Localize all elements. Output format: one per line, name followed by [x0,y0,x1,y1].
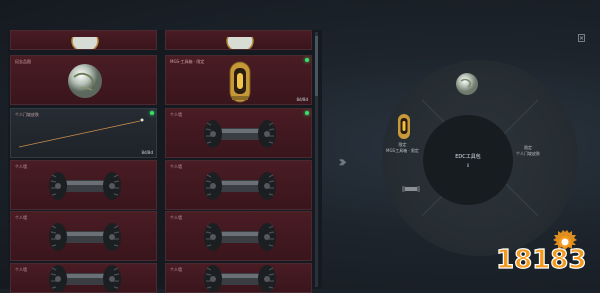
card-label: 个人墙 [170,164,182,169]
tire-roller-icon [203,172,276,200]
orb-icon [70,37,99,49]
inventory-card[interactable]: 纪念品图 [10,55,157,105]
wheel-slot-left-label: 限定 MGS工具箱 · 限定 [386,142,419,154]
tire-roller-icon [48,172,121,200]
inventory-card[interactable]: 个人门坡皮肤 8d/8d [10,108,157,158]
tire-roller-icon [203,120,276,148]
card-label: 个人门坡皮肤 [15,112,39,117]
inventory-card[interactable]: MGS-工具箱 · 限定 8d/8d [165,55,312,105]
card-label: 个人墙 [170,215,182,220]
scrollbar[interactable] [315,32,318,287]
inventory-card[interactable] [10,30,157,50]
inventory-card[interactable]: 个人墙 [165,160,312,210]
wheel-slot-left-capsule-icon[interactable] [397,112,411,140]
tire-roller-icon [203,223,276,251]
equipped-indicator [150,111,154,115]
orb-icon [225,37,254,49]
inventory-card[interactable]: 个人墙 [10,211,157,261]
card-label: 个人墙 [170,112,182,117]
scrollbar-thumb[interactable] [315,36,318,96]
card-label: 个人墙 [15,215,27,220]
equipped-indicator [305,111,309,115]
close-icon[interactable] [578,34,585,42]
watermark-text: 18183 [496,245,586,275]
wheel-slot-left-name: MGS工具箱 · 限定 [386,148,419,153]
wheel-subtitle: 8 [466,163,470,168]
card-label: MGS-工具箱 · 限定 [170,59,205,64]
wheel-hub[interactable]: EDC工具包 8 [423,115,513,205]
tire-roller-icon [48,223,121,251]
equipped-indicator [305,58,309,62]
card-label: 个人墙 [170,267,182,272]
card-count: 8d/8d [296,97,308,102]
watermark-logo: 18183 [495,230,587,275]
capsule-icon [229,61,250,103]
chevron-right-icon: ››› [338,152,347,171]
card-label: 个人墙 [15,164,27,169]
wheel-title: EDC工具包 [455,154,481,160]
wheel-slot-right-name: 个人门坡皮肤 [516,151,540,156]
marble-orb-icon [67,64,102,98]
card-label: 个人墙 [15,267,27,272]
inventory-card[interactable] [165,30,312,50]
wheel-slot-top-orb-icon[interactable] [455,72,479,96]
card-count: 8d/8d [141,150,153,155]
wheel-slot-right-label: 限定 个人门坡皮肤 [516,145,540,157]
wheel-slot-bottom-roller-icon[interactable] [402,185,420,193]
card-label: 纪念品图 [15,59,31,64]
inventory-card[interactable]: 个人墙 [165,211,312,261]
laser-line-icon [18,118,144,148]
inventory-card[interactable]: 个人墙 [10,160,157,210]
inventory-card[interactable]: 个人墙 [165,108,312,158]
